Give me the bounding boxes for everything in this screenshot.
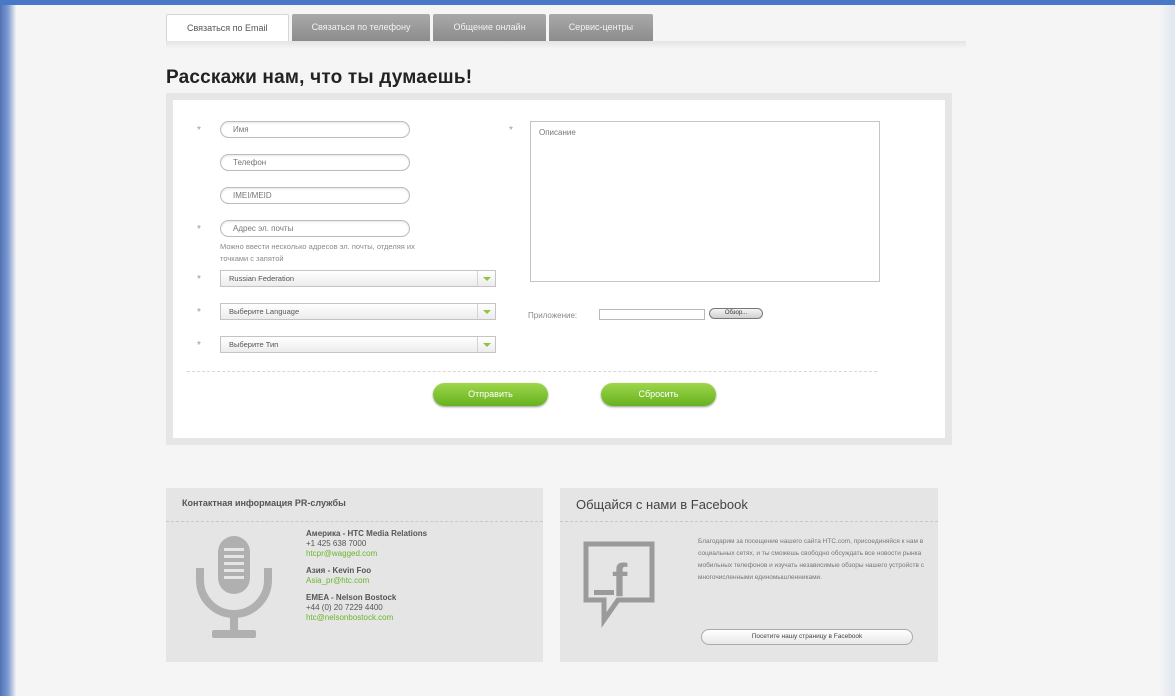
required-mark: * xyxy=(509,125,513,136)
country-select[interactable]: Russian Federation xyxy=(220,270,496,287)
page-title: Расскажи нам, что ты думаешь! xyxy=(166,67,473,88)
submit-button[interactable]: Отправить xyxy=(433,383,548,406)
facebook-panel: Общайся с нами в Facebook f Благодарим з… xyxy=(560,488,938,662)
svg-text:f: f xyxy=(612,554,628,606)
contact-tabs: Связаться по Email Связаться по телефону… xyxy=(166,14,656,41)
page: Связаться по Email Связаться по телефону… xyxy=(16,5,1160,696)
attachment-file-input[interactable] xyxy=(599,309,705,320)
pr-contacts-panel: Контактная информация PR-службы Америка … xyxy=(166,488,543,662)
description-textarea[interactable]: Описание xyxy=(530,121,880,282)
contact-region: EMEA - Nelson Bostock xyxy=(306,593,397,602)
tab-online-chat[interactable]: Общение онлайн xyxy=(433,14,546,41)
tab-service-centers[interactable]: Сервис-центры xyxy=(548,14,654,41)
chevron-down-icon xyxy=(477,337,495,352)
name-input[interactable]: Имя xyxy=(220,121,410,138)
contact-asia: Азия - Kevin Foo Asia_pr@htc.com xyxy=(306,566,371,586)
contact-america: Америка - HTC Media Relations +1 425 638… xyxy=(306,529,427,559)
attachment-label: Приложение: xyxy=(528,311,578,320)
contact-emea: EMEA - Nelson Bostock +44 (0) 20 7229 44… xyxy=(306,593,396,623)
facebook-panel-title: Общайся с нами в Facebook xyxy=(576,497,748,512)
required-mark: * xyxy=(197,125,201,136)
contact-region: Азия - Kevin Foo xyxy=(306,566,372,575)
chevron-down-icon xyxy=(477,304,495,319)
phone-input[interactable]: Телефон xyxy=(220,154,410,171)
language-select-value: Выберите Language xyxy=(229,307,300,316)
contact-region: Америка - HTC Media Relations xyxy=(306,529,428,538)
email-input[interactable]: Адрес эл. почты xyxy=(220,220,410,237)
language-select[interactable]: Выберите Language xyxy=(220,303,496,320)
tabs-shadow xyxy=(166,41,966,49)
visit-facebook-button[interactable]: Посетите нашу страницу в Facebook xyxy=(701,629,913,645)
panel-divider xyxy=(166,521,543,522)
required-mark: * xyxy=(197,307,201,318)
contact-email-link[interactable]: htcpr@wagged.com xyxy=(306,549,377,558)
pr-panel-title: Контактная информация PR-службы xyxy=(182,498,346,508)
required-mark: * xyxy=(197,274,201,285)
required-mark: * xyxy=(197,224,201,235)
tab-email[interactable]: Связаться по Email xyxy=(166,14,289,41)
email-hint: Можно ввести несколько адресов эл. почты… xyxy=(220,242,415,263)
country-select-value: Russian Federation xyxy=(229,274,295,283)
microphone-icon xyxy=(196,536,272,638)
feedback-form: * Имя Телефон IMEI/MEID * Адрес эл. почт… xyxy=(166,93,952,445)
required-mark: * xyxy=(197,340,201,351)
browse-button[interactable]: Обзор... xyxy=(709,308,763,319)
reset-button[interactable]: Сбросить xyxy=(601,383,716,406)
contact-phone: +44 (0) 20 7229 4400 xyxy=(306,603,383,612)
imei-input[interactable]: IMEI/MEID xyxy=(220,187,410,204)
tab-phone[interactable]: Связаться по телефону xyxy=(291,14,431,41)
contact-email-link[interactable]: Asia_pr@htc.com xyxy=(306,576,369,585)
contact-phone: +1 425 638 7000 xyxy=(306,539,367,548)
facebook-icon: f xyxy=(583,541,655,628)
type-select[interactable]: Выберите Тип xyxy=(220,336,496,353)
form-divider xyxy=(187,371,877,372)
type-select-value: Выберите Тип xyxy=(229,340,279,349)
chevron-down-icon xyxy=(477,271,495,286)
contact-email-link[interactable]: htc@nelsonbostock.com xyxy=(306,613,393,622)
facebook-description: Благодарим за посещение нашего сайта HTC… xyxy=(698,538,925,581)
panel-divider xyxy=(560,521,938,522)
